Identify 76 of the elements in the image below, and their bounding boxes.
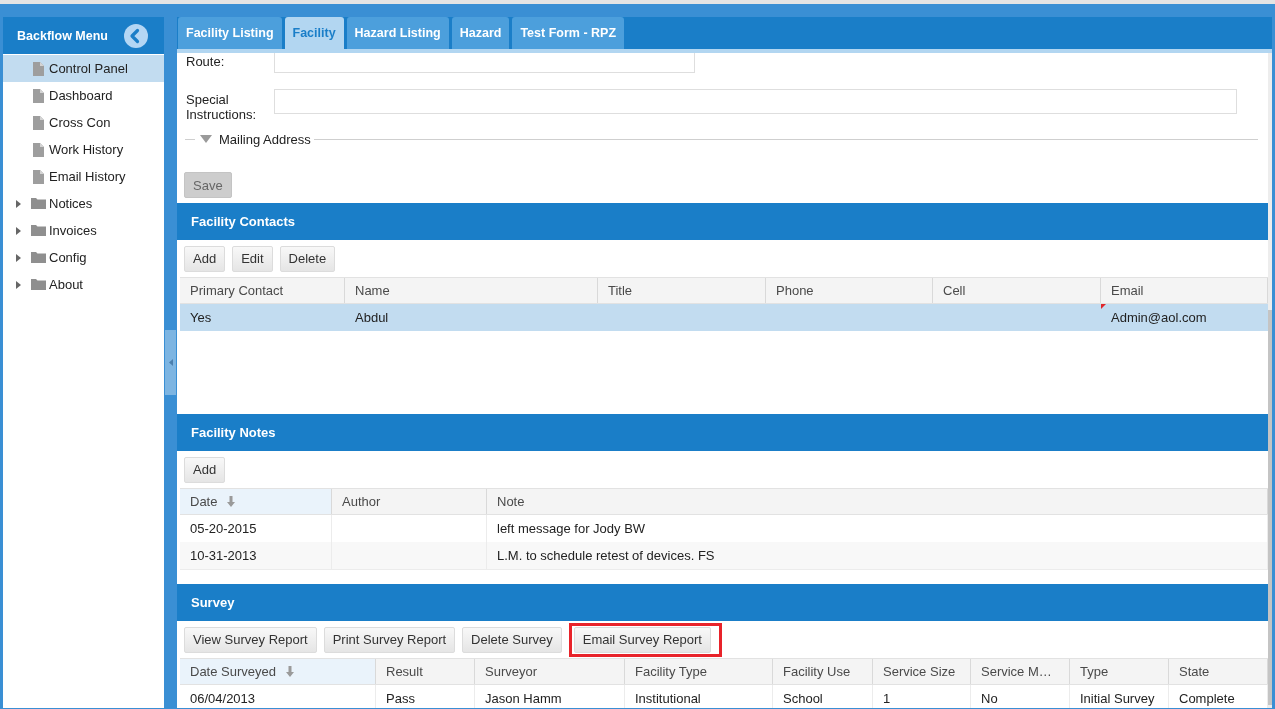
folder-icon bbox=[30, 279, 46, 290]
table-row[interactable]: Yes Abdul Admin@aol.com bbox=[180, 304, 1268, 331]
section-header: Facility Contacts bbox=[177, 203, 1268, 240]
column-header[interactable]: Result bbox=[376, 659, 475, 684]
collapse-icon[interactable] bbox=[124, 23, 148, 48]
column-header[interactable]: Date Surveyed bbox=[180, 659, 376, 684]
column-header[interactable]: Type bbox=[1070, 659, 1169, 684]
column-header[interactable]: Primary Contact bbox=[180, 278, 345, 303]
toolbar-button[interactable]: View Survey Report bbox=[184, 626, 317, 653]
input-field[interactable] bbox=[274, 89, 1237, 114]
sidebar-item[interactable]: Invoices bbox=[3, 217, 164, 244]
document-icon bbox=[32, 115, 44, 130]
field-label: Special Instructions: bbox=[186, 91, 258, 122]
table-cell: 1 bbox=[873, 685, 971, 708]
toolbar-button[interactable]: Edit bbox=[232, 245, 273, 272]
section-header: Survey bbox=[177, 584, 1268, 621]
table-cell: Initial Survey bbox=[1070, 685, 1169, 708]
column-header[interactable]: Facility Use bbox=[773, 659, 873, 684]
table-row[interactable]: 10-31-2013 L.M. to schedule retest of devices. FS bbox=[180, 542, 1268, 569]
folder-icon bbox=[30, 198, 46, 209]
caret-right-icon[interactable] bbox=[16, 280, 21, 289]
column-header[interactable]: Service Size bbox=[873, 659, 971, 684]
table-cell: Pass bbox=[376, 685, 475, 708]
caret-right-icon[interactable] bbox=[16, 226, 21, 235]
triangle-down-icon bbox=[200, 135, 212, 143]
input-field[interactable] bbox=[274, 53, 695, 73]
scrollbar[interactable] bbox=[1268, 53, 1272, 708]
table-cell: 10-31-2013 bbox=[180, 542, 332, 569]
column-header[interactable]: Date bbox=[180, 489, 332, 514]
caret-right-icon[interactable] bbox=[16, 253, 21, 262]
sort-down-icon bbox=[286, 666, 294, 677]
table-cell: 06/04/2013 bbox=[180, 685, 376, 708]
sidebar-item[interactable]: Config bbox=[3, 244, 164, 271]
sort-down-icon bbox=[227, 496, 236, 507]
sidebar-item[interactable]: Dashboard bbox=[3, 82, 164, 109]
sidebar-item[interactable]: About bbox=[3, 271, 164, 298]
column-header[interactable]: Phone bbox=[766, 278, 933, 303]
column-header[interactable]: Surveyor bbox=[475, 659, 625, 684]
toolbar-button[interactable]: Add bbox=[184, 245, 226, 272]
sidebar-item[interactable]: Control Panel bbox=[3, 55, 164, 82]
toolbar-button[interactable]: Add bbox=[184, 456, 226, 483]
sidebar-item[interactable]: Email History bbox=[3, 163, 164, 190]
table-cell: School bbox=[773, 685, 873, 708]
toolbar-button[interactable]: Email Survey Report bbox=[573, 626, 711, 653]
table-cell-text: Yes bbox=[189, 309, 213, 327]
table-cell: Institutional bbox=[625, 685, 773, 708]
folder-icon bbox=[30, 252, 46, 263]
document-icon bbox=[32, 61, 44, 76]
document-icon bbox=[32, 142, 44, 157]
splitter-handle[interactable] bbox=[165, 330, 176, 395]
document-icon bbox=[32, 88, 44, 103]
toolbar-button[interactable]: Delete Survey bbox=[462, 626, 562, 653]
column-header[interactable]: Cell bbox=[933, 278, 1101, 303]
table-cell: Admin@aol.com bbox=[1101, 304, 1268, 331]
column-header[interactable]: Facility Type bbox=[625, 659, 773, 684]
document-icon bbox=[32, 169, 44, 184]
table-cell-text: Abdul bbox=[354, 309, 390, 327]
table-cell: No bbox=[971, 685, 1070, 708]
caret-right-icon[interactable] bbox=[16, 199, 21, 208]
sidebar-title: Backflow Menu bbox=[17, 28, 108, 43]
table-cell: Jason Hamm bbox=[475, 685, 625, 708]
field-label: Route: bbox=[186, 53, 226, 69]
section-header: Facility Notes bbox=[177, 414, 1268, 451]
triangle-left-icon bbox=[168, 359, 173, 366]
column-header[interactable]: Author bbox=[332, 489, 487, 514]
toolbar-button[interactable]: Delete bbox=[279, 245, 336, 272]
folder-icon bbox=[30, 225, 46, 236]
sidebar-item[interactable]: Work History bbox=[3, 136, 164, 163]
toolbar-button[interactable]: Print Survey Report bbox=[323, 626, 456, 653]
column-header[interactable]: Service M… bbox=[971, 659, 1070, 684]
scrollbar-thumb[interactable] bbox=[1268, 310, 1272, 705]
column-header[interactable]: Title bbox=[598, 278, 766, 303]
column-header[interactable]: Name bbox=[345, 278, 598, 303]
fieldset-toggle[interactable]: Mailing Address bbox=[200, 131, 311, 147]
sidebar-item[interactable]: Notices bbox=[3, 190, 164, 217]
sidebar-item[interactable]: Cross Con bbox=[3, 109, 164, 136]
